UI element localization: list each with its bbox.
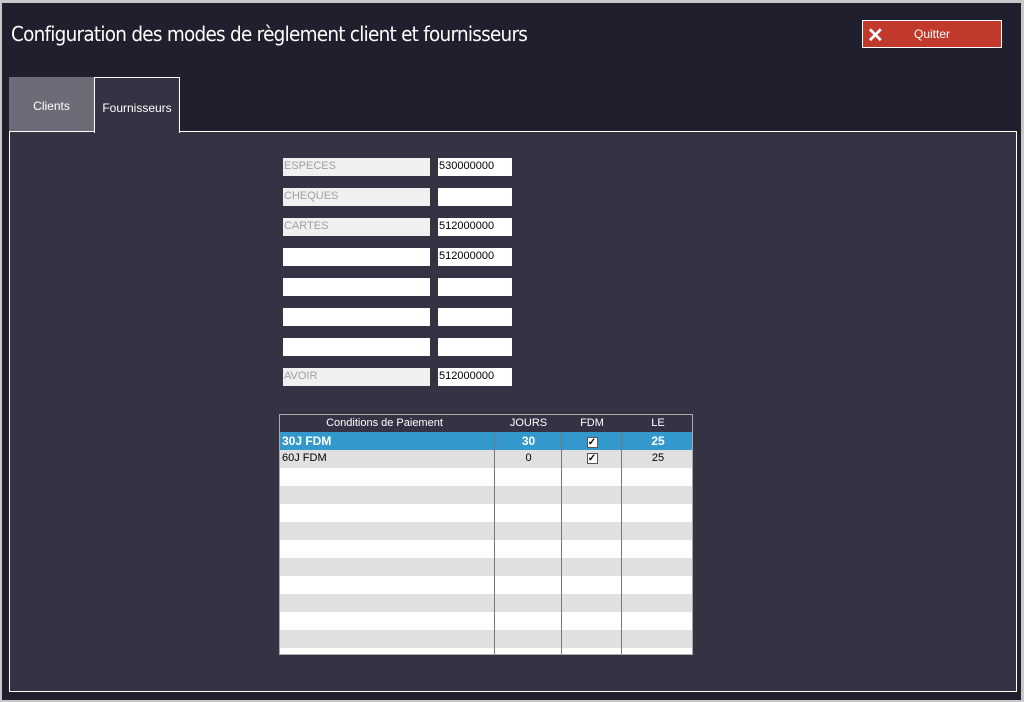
cell-name: 30J FDM: [282, 434, 492, 448]
account-field[interactable]: [438, 188, 512, 206]
fdm-checkbox[interactable]: ✓: [587, 437, 598, 448]
table-row[interactable]: [280, 648, 692, 655]
page-title: Configuration des modes de règlement cli…: [11, 22, 527, 46]
table-row[interactable]: [280, 504, 692, 522]
payment-conditions-table[interactable]: Conditions de Paiement JOURS FDM LE 30J …: [279, 414, 693, 655]
table-row[interactable]: 30J FDM30 ✓ 25: [280, 432, 692, 450]
account-field[interactable]: 512000000: [438, 248, 512, 266]
cell-jours: 0: [495, 452, 562, 464]
mode-label-field[interactable]: [283, 248, 430, 266]
cell-le: 25: [622, 434, 693, 448]
mode-label-field[interactable]: CARTES: [283, 218, 430, 236]
table-row[interactable]: 60J FDM0 ✓ 25: [280, 450, 692, 468]
fdm-checkbox[interactable]: ✓: [587, 453, 598, 464]
account-field[interactable]: [438, 278, 512, 296]
mode-label-field[interactable]: CHEQUES: [283, 188, 430, 206]
col-conditions[interactable]: Conditions de Paiement: [282, 417, 487, 429]
table-row[interactable]: [280, 576, 692, 594]
table-header: Conditions de Paiement JOURS FDM LE: [280, 415, 692, 432]
table-row[interactable]: [280, 630, 692, 648]
table-row[interactable]: [280, 612, 692, 630]
account-field[interactable]: 530000000: [438, 158, 512, 176]
cell-fdm: ✓: [562, 434, 622, 448]
col-fdm[interactable]: FDM: [562, 417, 622, 429]
quit-label: Quitter: [863, 27, 1001, 41]
account-field[interactable]: [438, 308, 512, 326]
table-row[interactable]: [280, 486, 692, 504]
quit-button[interactable]: ✕Quitter: [862, 20, 1002, 48]
account-field[interactable]: 512000000: [438, 218, 512, 236]
mode-label-field[interactable]: [283, 278, 430, 296]
col-jours[interactable]: JOURS: [495, 417, 562, 429]
col-divider: [621, 432, 622, 654]
mode-label-field[interactable]: AVOIR: [283, 368, 430, 386]
cell-name: 60J FDM: [282, 452, 492, 464]
tab-clients[interactable]: Clients: [9, 77, 94, 132]
table-row[interactable]: [280, 558, 692, 576]
col-divider: [494, 432, 495, 654]
cell-jours: 30: [495, 434, 562, 448]
mode-label-field[interactable]: [283, 338, 430, 356]
table-row[interactable]: [280, 522, 692, 540]
col-le[interactable]: LE: [622, 417, 693, 429]
account-field[interactable]: [438, 338, 512, 356]
table-row[interactable]: [280, 468, 692, 486]
col-divider: [561, 432, 562, 654]
account-field[interactable]: 512000000: [438, 368, 512, 386]
table-row[interactable]: [280, 540, 692, 558]
cell-fdm: ✓: [562, 452, 622, 464]
mode-label-field[interactable]: ESPECES: [283, 158, 430, 176]
table-row[interactable]: [280, 594, 692, 612]
mode-label-field[interactable]: [283, 308, 430, 326]
cell-le: 25: [622, 452, 693, 464]
tab-fournisseurs[interactable]: Fournisseurs: [94, 77, 180, 133]
